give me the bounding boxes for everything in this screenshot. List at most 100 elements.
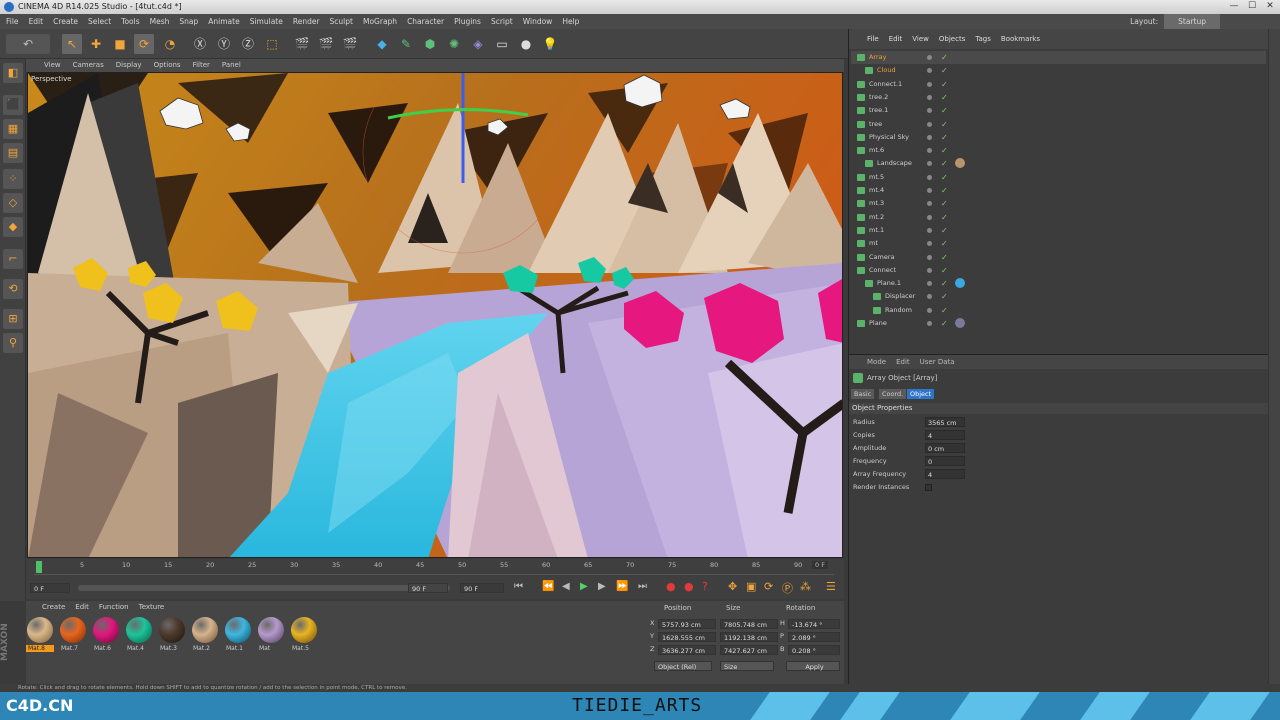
viewport-menu-cameras[interactable]: Cameras xyxy=(73,59,104,72)
size-z-field[interactable]: 7427.627 cm xyxy=(720,645,778,655)
material-menu-texture[interactable]: Texture xyxy=(139,603,165,611)
deformer-icon[interactable]: ◈ xyxy=(468,34,488,54)
visibility-dot-icon[interactable] xyxy=(927,55,932,60)
visibility-dot-icon[interactable] xyxy=(927,188,932,193)
polygons-mode-icon[interactable]: ◆ xyxy=(3,217,23,237)
menu-plugins[interactable]: Plugins xyxy=(454,14,481,29)
object-row[interactable]: Landscape ✓ xyxy=(851,157,1266,170)
locked-workplane-icon[interactable]: ⚲ xyxy=(3,333,23,353)
attr-menu-edit[interactable]: Edit xyxy=(896,355,910,369)
move-icon[interactable]: ✚ xyxy=(86,34,106,54)
material-tag-icon[interactable] xyxy=(955,318,965,328)
current-frame-field[interactable]: 0 F xyxy=(812,561,828,569)
visibility-dot-icon[interactable] xyxy=(927,94,932,100)
menu-tools[interactable]: Tools xyxy=(121,14,139,29)
viewport-menu-view[interactable]: View xyxy=(44,59,61,72)
parameter-key-icon[interactable]: Ⓟ xyxy=(782,580,793,596)
size-mode-dropdown[interactable]: Size xyxy=(720,661,774,671)
floor-icon[interactable]: ▭ xyxy=(492,34,512,54)
visibility-dot-icon[interactable] xyxy=(927,321,932,326)
enable-check-icon[interactable]: ✓ xyxy=(941,184,948,197)
position-z-field[interactable]: 3636.277 cm xyxy=(658,645,716,655)
menu-window[interactable]: Window xyxy=(523,14,553,29)
object-row[interactable]: Connect ✓ xyxy=(851,264,1266,277)
menu-edit[interactable]: Edit xyxy=(29,14,44,29)
render-instances-checkbox[interactable] xyxy=(925,484,932,491)
tweak-mode-icon[interactable]: ⟲ xyxy=(3,279,23,299)
menu-file[interactable]: File xyxy=(6,14,19,29)
coordinate-system-icon[interactable]: ⬚ xyxy=(262,34,282,54)
object-row[interactable]: mt.1 ✓ xyxy=(851,224,1266,237)
perspective-viewport[interactable]: Perspective xyxy=(27,72,843,558)
viewport-menu-display[interactable]: Display xyxy=(116,59,142,72)
enable-check-icon[interactable]: ✓ xyxy=(941,277,948,290)
coordinate-mode-dropdown[interactable]: Object (Rel) xyxy=(654,661,712,671)
cube-primitive-icon[interactable]: ◆ xyxy=(372,34,392,54)
visibility-dot-icon[interactable] xyxy=(927,214,932,220)
rotation-b-field[interactable]: 0.208 ° xyxy=(788,645,840,655)
visibility-dot-icon[interactable] xyxy=(927,201,932,207)
start-frame-field[interactable]: 0 F xyxy=(30,583,70,593)
attr-menu-mode[interactable]: Mode xyxy=(867,355,886,369)
object-row[interactable]: Physical Sky ✓ xyxy=(851,131,1266,144)
visibility-dot-icon[interactable] xyxy=(927,227,932,233)
object-row[interactable]: mt.4 ✓ xyxy=(851,184,1266,197)
visibility-dot-icon[interactable] xyxy=(927,307,932,313)
object-row[interactable]: Random ✓ xyxy=(851,304,1266,317)
enable-check-icon[interactable]: ✓ xyxy=(941,104,948,117)
menu-mograph[interactable]: MoGraph xyxy=(363,14,397,29)
enable-check-icon[interactable]: ✓ xyxy=(941,290,948,303)
enable-check-icon[interactable]: ✓ xyxy=(941,118,948,131)
enable-check-icon[interactable]: ✓ xyxy=(941,317,948,330)
model-mode-icon[interactable]: ⬛ xyxy=(3,95,23,115)
autokey-icon[interactable]: ● xyxy=(684,580,694,593)
range-slider[interactable] xyxy=(78,585,450,591)
material-swatch[interactable]: Mat.3 xyxy=(158,617,186,655)
snapping-icon[interactable]: ⊞ xyxy=(3,309,23,329)
maximize-button[interactable]: ☐ xyxy=(1246,1,1258,12)
object-row[interactable]: mt.5 ✓ xyxy=(851,171,1266,184)
record-icon[interactable]: ● xyxy=(666,580,676,593)
visibility-dot-icon[interactable] xyxy=(927,148,932,154)
material-swatch[interactable]: Mat.7 xyxy=(59,617,87,655)
enable-check-icon[interactable]: ✓ xyxy=(941,224,948,237)
rotate-icon[interactable]: ⟳ xyxy=(134,34,154,54)
prev-frame-icon[interactable]: ◀ xyxy=(562,581,570,592)
radius-field[interactable]: 3565 cm xyxy=(925,417,965,427)
material-tag-icon[interactable] xyxy=(955,158,965,169)
viewport-menu-options[interactable]: Options xyxy=(154,59,181,72)
position-y-field[interactable]: 1628.555 cm xyxy=(658,632,716,642)
tab-coord[interactable]: Coord. xyxy=(879,389,907,399)
visibility-dot-icon[interactable] xyxy=(927,68,932,74)
material-tag-icon[interactable] xyxy=(955,278,965,289)
material-menu-edit[interactable]: Edit xyxy=(75,603,89,611)
enable-check-icon[interactable]: ✓ xyxy=(941,251,948,264)
render-picture-viewer-icon[interactable]: 🎬 xyxy=(316,34,336,54)
enable-check-icon[interactable]: ✓ xyxy=(941,78,948,91)
object-row[interactable]: Connect.1 ✓ xyxy=(851,78,1266,91)
light-icon[interactable]: 💡 xyxy=(540,34,560,54)
scale-key-icon[interactable]: ▣ xyxy=(746,580,756,593)
end-frame-field[interactable]: 90 F xyxy=(460,583,504,593)
texture-mode-icon[interactable]: ▦ xyxy=(3,119,23,139)
goto-start-icon[interactable]: ⏮ xyxy=(514,581,523,592)
visibility-dot-icon[interactable] xyxy=(927,254,932,260)
points-mode-icon[interactable]: ⁘ xyxy=(3,169,23,189)
layout-selector[interactable]: Layout: Startup xyxy=(1130,14,1220,29)
material-menu-create[interactable]: Create xyxy=(42,603,65,611)
object-row[interactable]: mt.2 ✓ xyxy=(851,211,1266,224)
visibility-dot-icon[interactable] xyxy=(927,134,932,140)
obj-menu-view[interactable]: View xyxy=(912,29,929,49)
subdivision-surface-icon[interactable]: ⬢ xyxy=(420,34,440,54)
frequency-field[interactable]: 0 xyxy=(925,456,965,466)
render-view-icon[interactable]: 🎬 xyxy=(292,34,312,54)
visibility-dot-icon[interactable] xyxy=(927,121,932,127)
material-swatch[interactable]: Mat.1 xyxy=(224,617,252,655)
object-row[interactable]: mt ✓ xyxy=(851,237,1266,250)
menu-snap[interactable]: Snap xyxy=(179,14,198,29)
material-swatch[interactable]: Mat.2 xyxy=(191,617,219,655)
tab-object[interactable]: Object xyxy=(907,389,935,399)
camera-icon[interactable]: ● xyxy=(516,34,536,54)
playhead-marker[interactable] xyxy=(36,561,42,573)
render-settings-icon[interactable]: 🎬 xyxy=(340,34,360,54)
